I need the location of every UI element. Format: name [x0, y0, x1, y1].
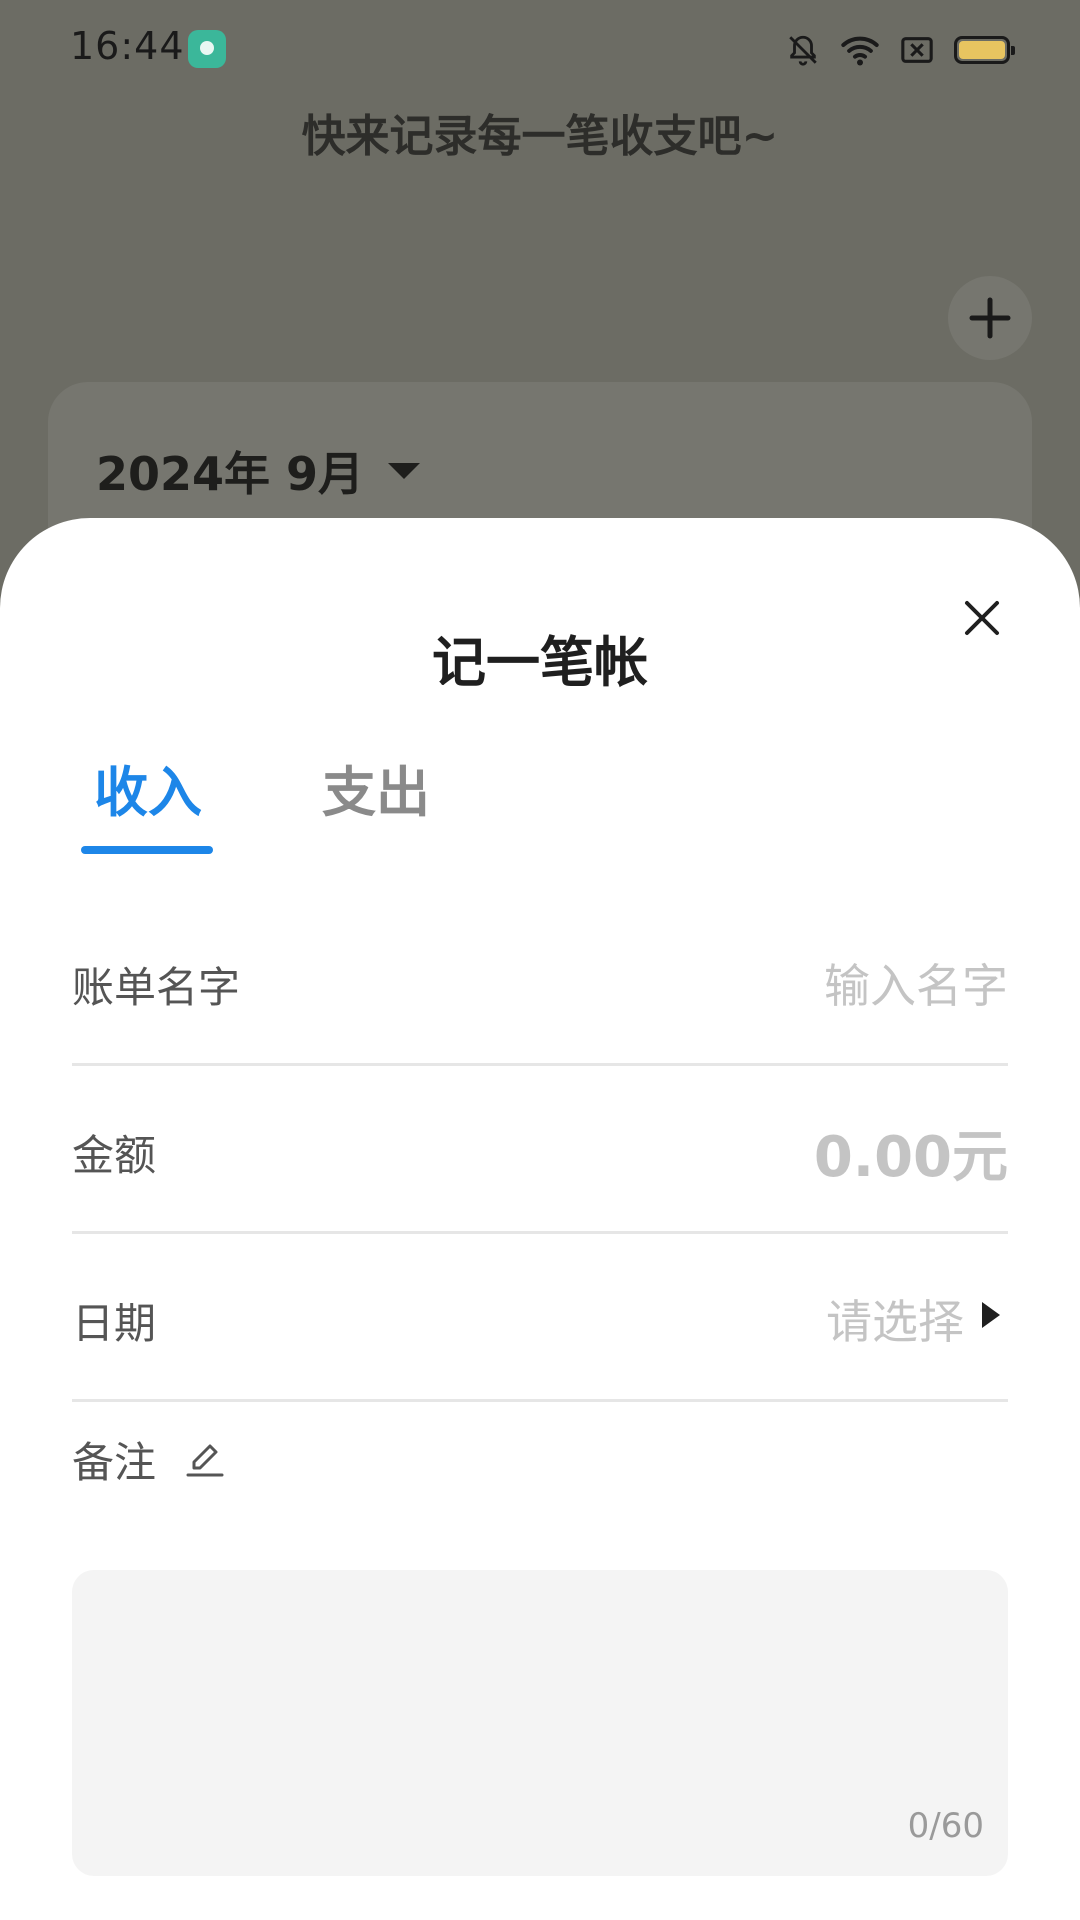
- battery-icon: [954, 36, 1015, 64]
- date-picker-value[interactable]: 请选择: [826, 1286, 964, 1352]
- status-time: 16:44: [70, 24, 185, 68]
- arrow-right-icon: [982, 1302, 1000, 1328]
- plus-icon: [969, 297, 1011, 339]
- month-selector[interactable]: 2024年 9月: [96, 438, 421, 504]
- close-icon: [965, 601, 999, 635]
- active-tab-indicator: [81, 846, 213, 854]
- background-slogan: 快来记录每一笔收支吧~: [301, 111, 779, 162]
- wifi-icon: [841, 36, 879, 66]
- date-row[interactable]: 日期 请选择: [72, 1234, 1008, 1402]
- tab-expense[interactable]: 支出: [322, 748, 430, 827]
- status-bar: 16:44: [0, 0, 1080, 96]
- remark-header: 备注: [72, 1424, 226, 1494]
- caret-down-icon: [388, 463, 421, 479]
- date-label: 日期: [72, 1299, 157, 1348]
- month-selector-label: 2024年 9月: [96, 447, 365, 501]
- add-record-button[interactable]: [948, 276, 1032, 360]
- sheet-title: 记一笔帐: [432, 631, 648, 694]
- remark-label: 备注: [72, 1437, 157, 1487]
- bill-name-input[interactable]: 输入名字: [824, 950, 1008, 1016]
- type-tabs: 收入 支出: [0, 748, 1080, 868]
- bell-muted-icon: [789, 35, 817, 66]
- amount-row[interactable]: 金额 0.00元: [72, 1066, 1008, 1234]
- bill-name-row[interactable]: 账单名字 输入名字: [72, 898, 1008, 1066]
- amount-input[interactable]: 0.00元: [814, 1112, 1008, 1193]
- bill-name-label: 账单名字: [72, 963, 241, 1012]
- close-button[interactable]: [956, 592, 1008, 644]
- remark-textarea[interactable]: 0/60: [72, 1570, 1008, 1876]
- add-record-sheet: 记一笔帐 收入 支出 账单名字 输入名字 金额 0.00元 日期 请选择 备注 …: [0, 518, 1080, 1920]
- remark-char-counter: 0/60: [907, 1806, 984, 1846]
- tab-income[interactable]: 收入: [94, 748, 202, 827]
- status-icons: [786, 30, 1015, 70]
- music-app-notification-icon: [188, 30, 226, 68]
- pencil-icon: [186, 1444, 224, 1477]
- sim-disabled-icon: [901, 37, 933, 63]
- amount-label: 金额: [72, 1131, 157, 1180]
